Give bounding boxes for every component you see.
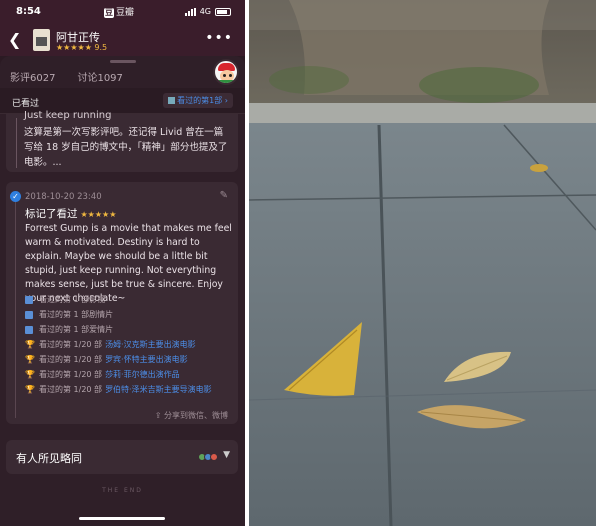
achievement-row: 🏆 看过的第 1/20 部汤姆·汉克斯主要出演电影 [25, 337, 235, 352]
seen-count-text: 看过的第1部 [177, 96, 223, 105]
user-avatar[interactable] [213, 59, 239, 85]
movie-poster-thumbnail[interactable] [33, 29, 50, 51]
status-app-text: 豆瓣 [116, 8, 135, 18]
achievement-text: 看过的第 1 部爱情片 [39, 325, 114, 334]
achievement-row: 看过的第 1 部影视 [25, 292, 235, 307]
tab-discussions[interactable]: 讨论1097 [77, 69, 122, 84]
signal-icon [184, 7, 196, 16]
chevron-down-icon[interactable]: ▼ [223, 450, 230, 460]
achievement-row: 🏆 看过的第 1/20 部莎莉·菲尔德出演作品 [25, 367, 235, 382]
status-app-label: 豆豆瓣 [104, 5, 134, 18]
more-options-icon[interactable]: ••• [205, 30, 233, 46]
status-bar: 8:54 豆豆瓣 4G [0, 0, 245, 24]
share-label: 分享到微信、微博 [164, 411, 228, 420]
achievement-link[interactable]: 罗宾·怀特主要出演电影 [105, 352, 188, 367]
achievement-link[interactable]: 罗伯特·泽米吉斯主要导演电影 [105, 382, 212, 397]
achievement-row: 看过的第 1 部剧情片 [25, 307, 235, 322]
mark-watched: 标记了看过 ★★★★★ [25, 206, 116, 221]
checkmark-icon: ✓ [10, 191, 21, 202]
achievement-list: 看过的第 1 部影视 看过的第 1 部剧情片 看过的第 1 部爱情片 🏆 看过的第… [25, 292, 235, 397]
achievement-row: 🏆 看过的第 1/20 部罗宾·怀特主要出演电影 [25, 352, 235, 367]
review-tabs: 影评6027 讨论1097 [10, 69, 123, 84]
film-badge-icon [25, 310, 33, 319]
small-leaf [530, 164, 548, 172]
sheet-drag-handle[interactable] [110, 60, 136, 63]
network-label: 4G [199, 7, 211, 16]
achievement-text: 看过的第 1 部剧情片 [39, 310, 114, 319]
achievement-link[interactable]: 汤姆·汉克斯主要出演电影 [105, 337, 196, 352]
the-end-label: THE END [102, 487, 143, 494]
previous-review-body: 这算是第一次写影评吧。还记得 Livid 曾在一篇写给 18 岁自己的博文中，「… [24, 127, 228, 168]
achievement-text: 看过的第 1/20 部 [39, 370, 103, 379]
trophy-icon: 🏆 [25, 385, 35, 394]
similar-opinion-title: 有人所见略同 [16, 452, 82, 465]
timeline-line [15, 196, 16, 418]
trophy-icon: 🏆 [25, 340, 35, 349]
seen-count-pill[interactable]: 看过的第1部 › [163, 93, 233, 108]
achievement-text: 看过的第 1 部影视 [39, 295, 106, 304]
share-button[interactable]: ⇪ 分享到微信、微博 [155, 410, 228, 421]
calendar-icon [168, 97, 176, 104]
top-nav-bar: ❮ 阿甘正传 ★★★★★ 9.5 ••• [0, 24, 245, 56]
timeline-line [16, 118, 17, 168]
rating-score: 9.5 [94, 43, 108, 52]
douban-logo-icon: 豆 [104, 8, 114, 18]
achievement-link[interactable]: 莎莉·菲尔德出演作品 [105, 367, 180, 382]
battery-icon [215, 7, 231, 16]
achievement-row: 看过的第 1 部爱情片 [25, 322, 235, 337]
trophy-icon: 🏆 [25, 370, 35, 379]
home-indicator[interactable] [79, 517, 165, 520]
tab-reviews[interactable]: 影评6027 [10, 69, 55, 84]
review-stars-icon: ★★★★★ [80, 210, 117, 219]
similar-opinion-bar[interactable]: 有人所见略同 ▼ [6, 440, 238, 474]
status-indicators: 4G [184, 7, 231, 16]
back-arrow-icon[interactable]: ❮ [8, 30, 21, 49]
douban-app-screen: 8:54 豆豆瓣 4G ❮ 阿甘正传 ★★★★★ 9.5 ••• 影评6027 … [0, 0, 245, 526]
user-avatars [198, 453, 218, 461]
edit-pencil-icon[interactable]: ✎ [220, 190, 228, 201]
pavement-photo [249, 0, 596, 526]
share-icon: ⇪ [154, 411, 162, 420]
trophy-icon: 🏆 [25, 355, 35, 364]
previous-review-card[interactable]: Just keep running 这算是第一次写影评吧。还记得 Livid 曾… [6, 110, 238, 172]
mark-label: 标记了看过 [25, 208, 78, 220]
pavement-scene [249, 0, 596, 526]
achievement-text: 看过的第 1/20 部 [39, 340, 103, 349]
seen-label: 已看过 [12, 99, 40, 109]
film-badge-icon [25, 325, 33, 334]
my-review-card[interactable]: ✓ 2018-10-20 23:40 ✎ 标记了看过 ★★★★★ Forrest … [6, 182, 238, 424]
film-badge-icon [25, 295, 33, 304]
achievement-text: 看过的第 1/20 部 [39, 355, 103, 364]
previous-review-title: Just keep running [24, 110, 112, 121]
achievement-text: 看过的第 1/20 部 [39, 385, 103, 394]
rating-stars-icon: ★★★★★ [56, 43, 92, 52]
status-time: 8:54 [16, 6, 41, 17]
movie-rating: ★★★★★ 9.5 [56, 43, 107, 52]
review-date: 2018-10-20 23:40 [25, 192, 102, 202]
achievement-row: 🏆 看过的第 1/20 部罗伯特·泽米吉斯主要导演电影 [25, 382, 235, 397]
